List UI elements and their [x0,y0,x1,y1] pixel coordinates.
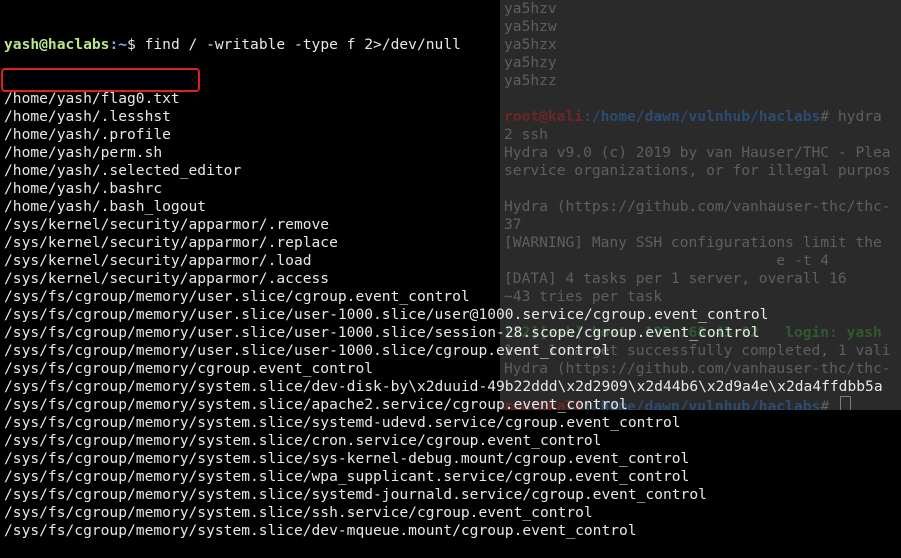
output-line: /home/yash/.selected_editor [4,162,242,179]
output-line: /sys/fs/cgroup/memory/cgroup.event_contr… [4,360,374,377]
output-line: /sys/fs/cgroup/memory/system.slice/sys-k… [4,450,690,467]
perm-sh-highlight-box [1,68,200,92]
command-output: /home/yash/flag0.txt/home/yash/.lesshst /… [0,90,901,540]
prompt-user: yash@haclabs [4,36,110,53]
prompt-symbol: $ [127,36,145,53]
command-text: find / -writable -type f 2>/dev/null [144,36,461,53]
output-line: /home/yash/perm.sh [4,144,163,161]
output-line: /home/yash/flag0.txt [4,90,180,107]
output-line: /home/yash/.profile [4,126,171,143]
command-prompt-line: yash@haclabs:~$ find / -writable -type f… [0,36,901,54]
output-line: /sys/fs/cgroup/memory/user.slice/user-10… [4,324,760,341]
output-line: /sys/fs/cgroup/memory/system.slice/dev-d… [4,378,883,395]
output-line: /sys/fs/cgroup/memory/system.slice/wpa_s… [4,468,690,485]
output-line: /sys/fs/cgroup/memory/system.slice/ssh.s… [4,504,593,521]
output-line: /sys/kernel/security/apparmor/.load [4,252,312,269]
output-line: /sys/fs/cgroup/memory/user.slice/user-10… [4,306,769,323]
output-line: /sys/fs/cgroup/memory/system.slice/cron.… [4,432,602,449]
output-line: /sys/kernel/security/apparmor/.replace [4,234,338,251]
output-line: /home/yash/.bash_logout [4,198,207,215]
output-line: /sys/fs/cgroup/memory/user.slice/user-10… [4,342,611,359]
output-line: /home/yash/.lesshst [4,108,171,125]
output-line: /sys/fs/cgroup/memory/system.slice/syste… [4,414,681,431]
output-line: /sys/fs/cgroup/memory/user.slice/cgroup.… [4,288,470,305]
output-line: /sys/kernel/security/apparmor/.remove [4,216,330,233]
output-line: /sys/fs/cgroup/memory/system.slice/dev-m… [4,522,637,539]
output-line: /sys/fs/cgroup/memory/system.slice/apach… [4,396,628,413]
output-line: /home/yash/.bashrc [4,180,163,197]
output-line: /sys/fs/cgroup/memory/system.slice/syste… [4,486,707,503]
output-line: /sys/kernel/security/apparmor/.access [4,270,330,287]
prompt-path: :~ [109,36,128,53]
